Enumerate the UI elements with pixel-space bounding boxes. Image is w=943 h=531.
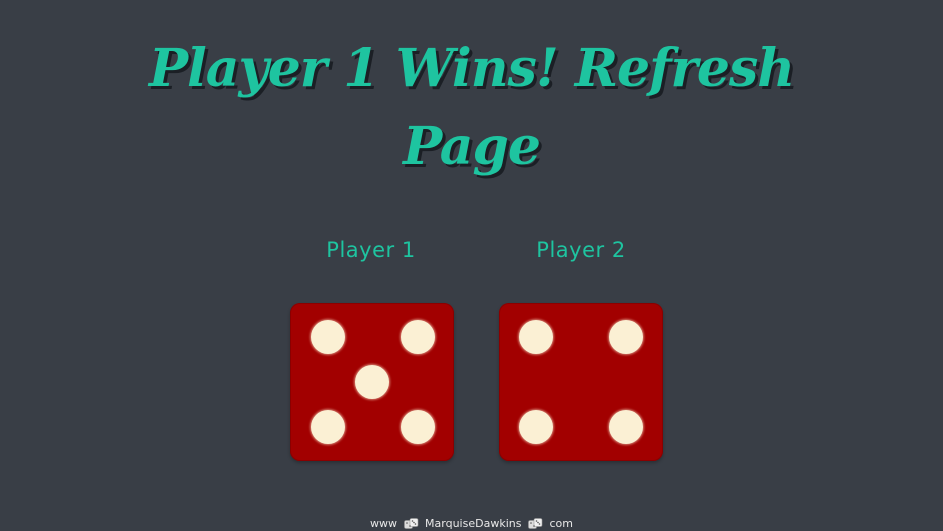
footer-prefix: www xyxy=(370,517,398,530)
player-2-die xyxy=(499,303,663,461)
result-heading: Player 1 Wins! Refresh Page xyxy=(0,30,943,186)
die-pip xyxy=(519,410,553,444)
player-2-label: Player 2 xyxy=(536,238,626,262)
die-pip xyxy=(401,320,435,354)
dice-icon xyxy=(403,517,418,529)
die-pip xyxy=(311,410,345,444)
die-pip xyxy=(609,320,643,354)
footer-credit[interactable]: www MarquiseDawkins com xyxy=(0,516,943,531)
die-pip xyxy=(401,410,435,444)
result-heading-line-2: Page xyxy=(403,116,541,177)
die-pip xyxy=(355,365,389,399)
player-1-die xyxy=(290,303,454,461)
die-pip xyxy=(519,320,553,354)
dice-icon xyxy=(528,517,543,529)
die-pip xyxy=(609,410,643,444)
die-pip xyxy=(311,320,345,354)
player-1-label: Player 1 xyxy=(326,238,416,262)
footer-suffix: com xyxy=(549,517,573,530)
result-heading-line-1: Player 1 Wins! Refresh xyxy=(148,38,795,99)
footer-name: MarquiseDawkins xyxy=(425,517,522,530)
